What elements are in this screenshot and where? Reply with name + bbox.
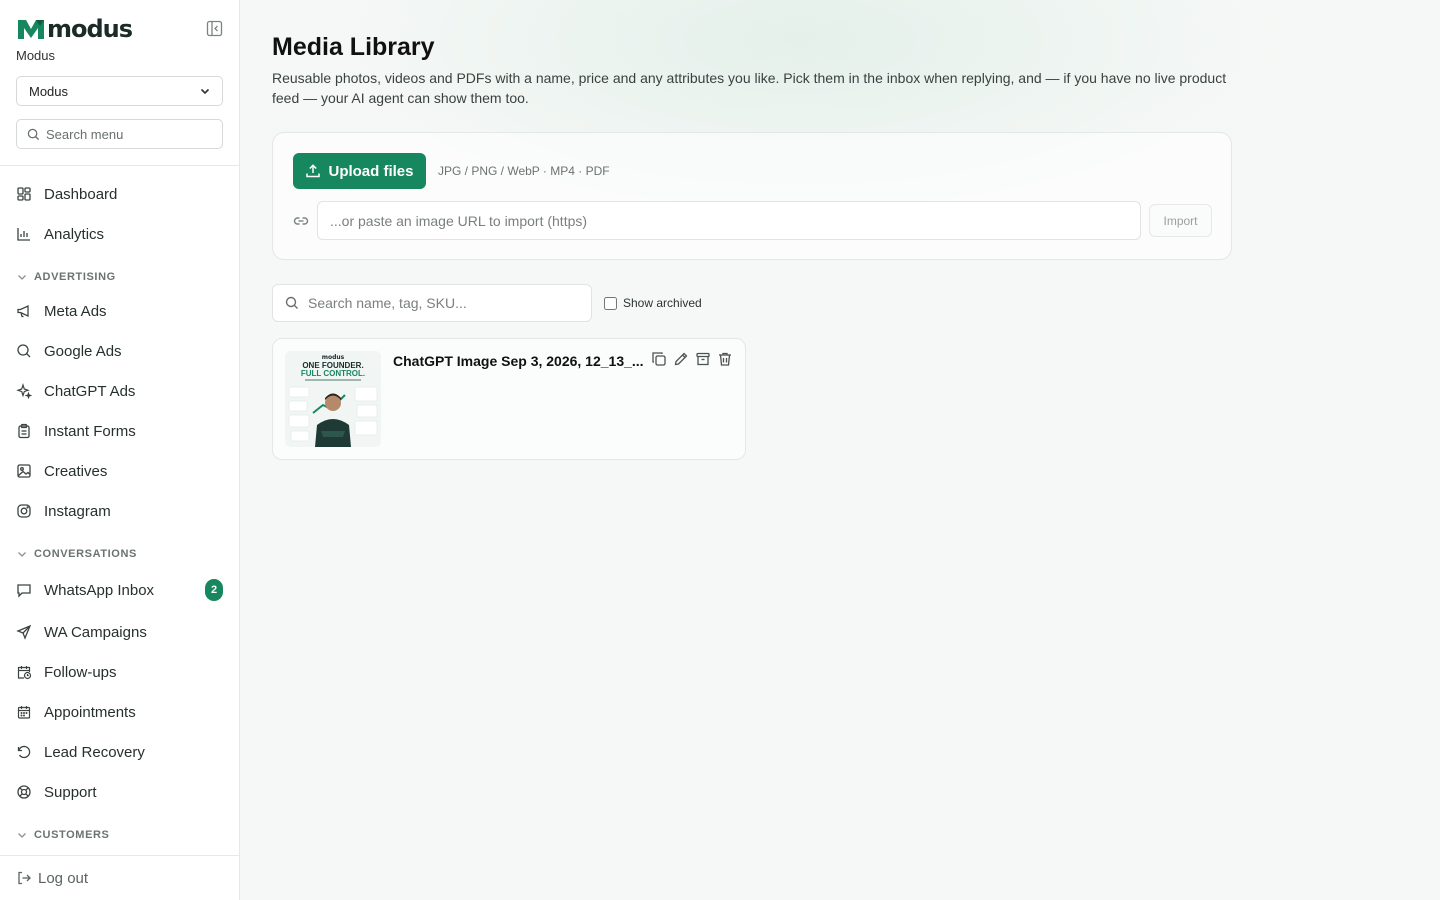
chevron-down-icon — [18, 275, 26, 280]
sidebar-item-appointments[interactable]: Appointments — [16, 698, 223, 726]
sidebar-item-label: Lead Recovery — [44, 743, 145, 761]
media-item-name: ChatGPT Image Sep 3, 2026, 12_13_... — [393, 353, 644, 369]
section-customers[interactable]: CUSTOMERS — [17, 829, 109, 841]
menu-search-input[interactable] — [46, 126, 206, 142]
chevron-down-icon — [18, 833, 26, 838]
sidebar-item-label: Appointments — [44, 703, 136, 721]
thumb-logo-text: modus — [322, 354, 345, 361]
sidebar-item-creatives[interactable]: Creatives — [16, 457, 223, 485]
upload-panel: Upload files JPG / PNG / WebP · MP4 · PD… — [272, 132, 1232, 260]
upload-files-label: Upload files — [328, 162, 414, 180]
sidebar-item-instant-forms[interactable]: Instant Forms — [16, 417, 223, 445]
sidebar-item-label: Support — [44, 783, 97, 801]
collapse-sidebar-icon[interactable] — [206, 20, 223, 37]
clipboard-icon — [18, 423, 30, 439]
search-icon — [285, 296, 298, 309]
image-icon — [17, 464, 31, 478]
message-square-icon — [17, 584, 31, 598]
sidebar-item-follow-ups[interactable]: Follow-ups — [16, 658, 223, 686]
brand-name: modus — [47, 15, 133, 43]
page-description: Reusable photos, videos and PDFs with a … — [272, 70, 1227, 106]
sidebar-item-label: Analytics — [44, 225, 105, 243]
sidebar-item-wa-campaigns[interactable]: WA Campaigns — [16, 618, 223, 646]
instagram-icon — [17, 504, 31, 518]
org-name: Modus — [16, 48, 56, 63]
chevron-down-icon — [18, 552, 26, 557]
send-icon — [16, 624, 32, 640]
rotate-ccw-icon — [17, 745, 31, 759]
trash-icon[interactable] — [717, 351, 733, 367]
library-search-input[interactable] — [308, 295, 578, 311]
main-content: Media Library Reusable photos, videos an… — [240, 0, 1440, 900]
media-item-card[interactable]: modus ONE FOUNDER. FULL CONTROL. ChatGPT… — [272, 338, 746, 460]
org-select-value: Modus — [29, 83, 69, 99]
sidebar-item-label: WA Campaigns — [44, 623, 147, 641]
sidebar-item-label: ChatGPT Ads — [44, 382, 136, 400]
dashboard-grid-icon — [17, 187, 31, 201]
unread-count-badge: 2 — [205, 579, 223, 601]
sidebar-item-analytics[interactable]: Analytics — [16, 220, 223, 248]
org-select[interactable]: Modus — [16, 76, 223, 106]
log-out-icon — [18, 871, 31, 885]
megaphone-icon — [17, 304, 29, 318]
upload-icon — [306, 164, 321, 178]
sidebar-item-meta-ads[interactable]: Meta Ads — [16, 297, 223, 325]
image-url-input[interactable] — [317, 201, 1141, 240]
brand-logo[interactable]: modus — [16, 15, 133, 43]
logout-label: Log out — [38, 869, 89, 887]
media-thumbnail-image: modus ONE FOUNDER. FULL CONTROL. — [285, 351, 381, 447]
sidebar-item-label: Dashboard — [44, 185, 118, 203]
calendar-clock-icon — [17, 666, 32, 680]
section-label: CUSTOMERS — [34, 829, 110, 841]
archive-icon[interactable] — [695, 351, 711, 367]
import-button[interactable]: Import — [1149, 204, 1212, 237]
library-search[interactable] — [272, 284, 592, 322]
copy-icon[interactable] — [651, 351, 667, 367]
sidebar-item-label: Meta Ads — [44, 302, 107, 320]
sidebar-item-chatgpt-ads[interactable]: ChatGPT Ads — [16, 377, 223, 405]
show-archived-toggle[interactable]: Show archived — [604, 296, 702, 310]
sidebar-item-support[interactable]: Support — [16, 778, 223, 806]
bar-chart-icon — [17, 228, 30, 241]
chevron-down-icon — [200, 88, 210, 95]
sidebar-item-label: Instagram — [44, 502, 111, 520]
sidebar-item-google-ads[interactable]: Google Ads — [16, 337, 223, 365]
link-icon — [293, 217, 309, 225]
sidebar-item-whatsapp-inbox[interactable]: WhatsApp Inbox 2 — [16, 576, 223, 604]
sidebar-item-label: Instant Forms — [44, 422, 136, 440]
section-advertising[interactable]: ADVERTISING — [17, 271, 116, 283]
section-label: CONVERSATIONS — [34, 548, 137, 560]
sidebar-bottom-divider — [0, 855, 239, 856]
section-conversations[interactable]: CONVERSATIONS — [17, 548, 137, 560]
upload-files-button[interactable]: Upload files — [293, 153, 426, 189]
thumb-headline-line2: FULL CONTROL. — [301, 369, 365, 378]
edit-pencil-icon[interactable] — [673, 351, 689, 367]
sidebar-item-label: WhatsApp Inbox — [44, 581, 155, 599]
modus-logo-icon — [18, 20, 44, 39]
sparkles-icon — [16, 383, 32, 399]
accepted-formats: JPG / PNG / WebP · MP4 · PDF — [438, 164, 610, 178]
show-archived-checkbox[interactable] — [604, 296, 617, 310]
calendar-icon — [17, 706, 31, 719]
sidebar-item-instagram[interactable]: Instagram — [16, 497, 223, 525]
sidebar-item-dashboard[interactable]: Dashboard — [16, 180, 223, 208]
show-archived-label: Show archived — [623, 296, 702, 310]
logout-button[interactable]: Log out — [16, 866, 88, 890]
sidebar-item-label: Google Ads — [44, 342, 122, 360]
search-icon — [17, 344, 31, 358]
page-title: Media Library — [272, 33, 435, 61]
search-icon — [27, 128, 40, 140]
sidebar-item-lead-recovery[interactable]: Lead Recovery — [16, 738, 223, 766]
life-buoy-icon — [17, 785, 31, 799]
sidebar-divider — [0, 165, 239, 166]
sidebar-item-label: Creatives — [44, 462, 108, 480]
sidebar-item-label: Follow-ups — [44, 663, 117, 681]
menu-search[interactable] — [16, 119, 223, 149]
sidebar: modus Modus Modus Dashboard Analytics AD… — [0, 0, 240, 900]
media-thumbnail[interactable]: modus ONE FOUNDER. FULL CONTROL. — [285, 351, 381, 447]
media-item-actions — [651, 351, 739, 367]
section-label: ADVERTISING — [34, 271, 116, 283]
